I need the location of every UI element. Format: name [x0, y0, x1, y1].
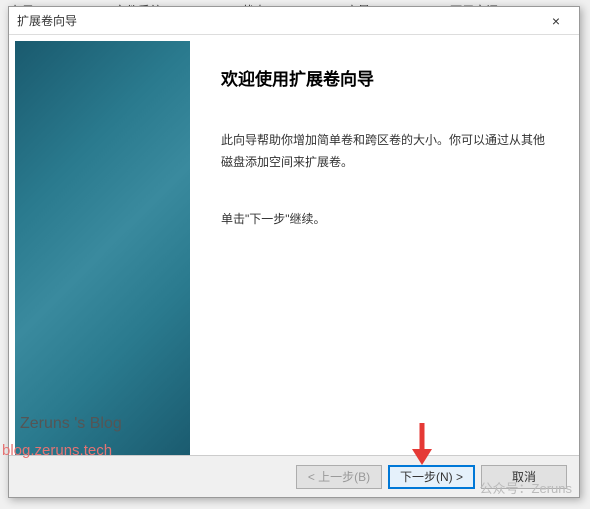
- dialog-body: 欢迎使用扩展卷向导 此向导帮助你增加简单卷和跨区卷的大小。你可以通过从其他磁盘添…: [9, 35, 579, 455]
- dialog-title: 扩展卷向导: [17, 12, 77, 29]
- watermark-blog-text: Zeruns 's Blog: [20, 415, 122, 433]
- close-button[interactable]: ×: [541, 11, 571, 31]
- titlebar[interactable]: 扩展卷向导 ×: [9, 7, 579, 35]
- cancel-button[interactable]: 取消: [481, 465, 567, 489]
- button-bar: < 上一步(B) 下一步(N) > 取消: [9, 455, 579, 497]
- wizard-paragraph-1: 此向导帮助你增加简单卷和跨区卷的大小。你可以通过从其他磁盘添加空间来扩展卷。: [221, 130, 554, 173]
- close-icon: ×: [552, 13, 560, 29]
- watermark-url-text: blog.zeruns.tech: [2, 442, 112, 459]
- back-button: < 上一步(B): [296, 465, 382, 489]
- wizard-paragraph-2: 单击"下一步"继续。: [221, 209, 554, 231]
- next-button[interactable]: 下一步(N) >: [388, 465, 475, 489]
- wizard-sidebar-image: [15, 41, 190, 461]
- wizard-heading: 欢迎使用扩展卷向导: [221, 65, 554, 90]
- wizard-content: 欢迎使用扩展卷向导 此向导帮助你增加简单卷和跨区卷的大小。你可以通过从其他磁盘添…: [196, 35, 579, 455]
